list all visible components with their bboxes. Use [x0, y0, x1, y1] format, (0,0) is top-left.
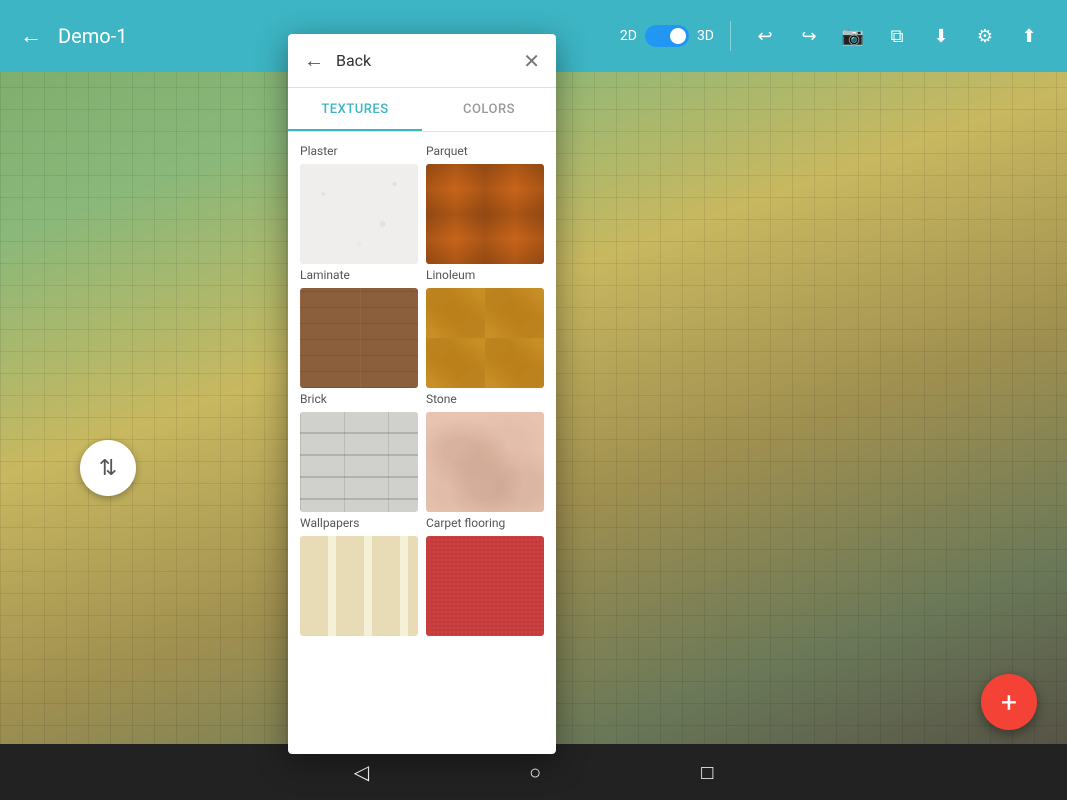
label-laminate: Laminate	[300, 268, 418, 282]
label-brick: Brick	[300, 392, 418, 406]
texture-col-laminate: Laminate	[300, 268, 418, 388]
modal-title: Back	[336, 51, 511, 70]
nav-back-icon[interactable]: ◁	[354, 760, 369, 784]
fab-add-button[interactable]: +	[981, 674, 1037, 730]
camera-button[interactable]: 📷	[835, 18, 871, 54]
label-carpet: Carpet flooring	[426, 516, 544, 530]
texture-thumb-plaster[interactable]	[300, 164, 418, 264]
label-plaster: Plaster	[300, 144, 418, 158]
texture-thumb-brick[interactable]	[300, 412, 418, 512]
texture-col-stone: Stone	[426, 392, 544, 512]
tab-textures[interactable]: TEXTURES	[288, 88, 422, 131]
modal-header: ← Back ✕	[288, 34, 556, 88]
nav-home-icon[interactable]: ○	[529, 760, 541, 785]
nav-recents-icon[interactable]: □	[701, 760, 713, 785]
layers-button[interactable]: ⧉	[879, 18, 915, 54]
texture-thumb-parquet[interactable]	[426, 164, 544, 264]
modal-back-icon[interactable]: ←	[304, 48, 324, 73]
label-parquet: Parquet	[426, 144, 544, 158]
modal-close-icon[interactable]: ✕	[523, 49, 540, 73]
tab-colors[interactable]: COLORS	[422, 88, 556, 131]
texture-row-3: Brick Stone	[300, 392, 544, 512]
texture-row-1: Plaster Parquet	[300, 144, 544, 264]
texture-thumb-stone[interactable]	[426, 412, 544, 512]
view-toggle-switch[interactable]	[645, 25, 689, 47]
texture-thumb-carpet[interactable]	[426, 536, 544, 636]
header-divider	[730, 21, 731, 51]
texture-col-wallpapers: Wallpapers	[300, 516, 418, 636]
modal-content: Plaster Parquet Laminate Linoleum Brick	[288, 132, 556, 754]
texture-col-parquet: Parquet	[426, 144, 544, 264]
updown-float-button[interactable]: ⇅	[80, 440, 136, 496]
view-2d-label: 2D	[620, 28, 637, 44]
texture-row-4: Wallpapers Carpet flooring	[300, 516, 544, 636]
texture-col-linoleum: Linoleum	[426, 268, 544, 388]
undo-button[interactable]: ↩	[747, 18, 783, 54]
texture-row-2: Laminate Linoleum	[300, 268, 544, 388]
view-3d-label: 3D	[697, 28, 714, 44]
texture-col-plaster: Plaster	[300, 144, 418, 264]
redo-button[interactable]: ↪	[791, 18, 827, 54]
label-linoleum: Linoleum	[426, 268, 544, 282]
label-stone: Stone	[426, 392, 544, 406]
texture-col-carpet: Carpet flooring	[426, 516, 544, 636]
share-button[interactable]: ⬆	[1011, 18, 1047, 54]
label-wallpapers: Wallpapers	[300, 516, 418, 530]
settings-button[interactable]: ⚙	[967, 18, 1003, 54]
texture-col-brick: Brick	[300, 392, 418, 512]
texture-thumb-wallpapers[interactable]	[300, 536, 418, 636]
texture-modal-panel: ← Back ✕ TEXTURES COLORS Plaster Parquet…	[288, 34, 556, 754]
header-actions: 2D 3D ↩ ↪ 📷 ⧉ ⬇ ⚙ ⬆	[620, 18, 1047, 54]
download-button[interactable]: ⬇	[923, 18, 959, 54]
header-back-icon[interactable]: ←	[20, 23, 42, 49]
texture-thumb-laminate[interactable]	[300, 288, 418, 388]
texture-thumb-linoleum[interactable]	[426, 288, 544, 388]
modal-tabs: TEXTURES COLORS	[288, 88, 556, 132]
